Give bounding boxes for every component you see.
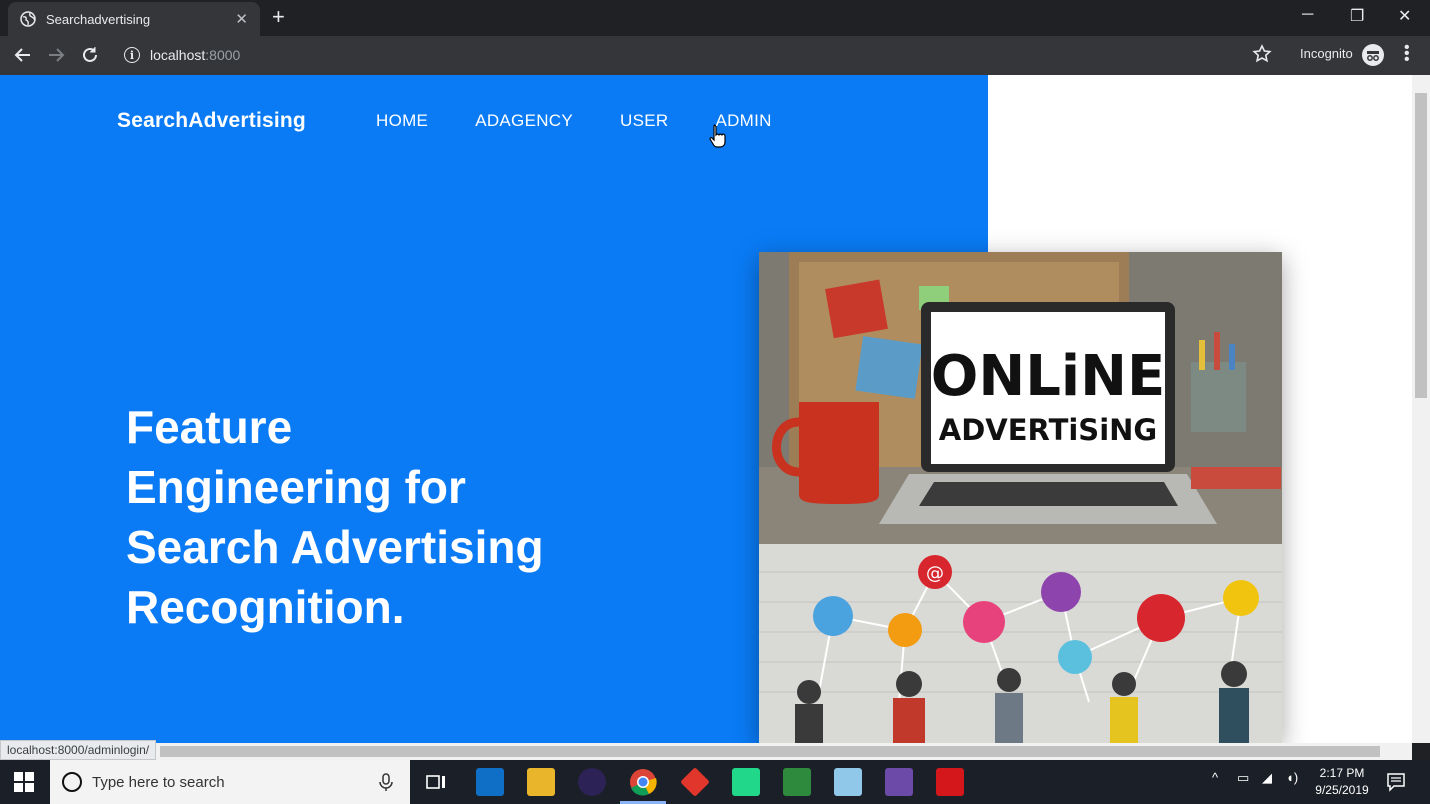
wifi-icon[interactable]: ◢ [1262,770,1272,786]
task-view-icon[interactable] [422,768,450,796]
url-port: :8000 [205,47,241,63]
globe-icon [20,11,36,27]
tray-overflow-chevron-icon[interactable]: ^ [1212,770,1218,785]
url-host: localhost [150,47,206,63]
incognito-label: Incognito [1300,46,1353,61]
horizontal-scroll-thumb[interactable] [160,746,1380,757]
svg-text:@: @ [926,563,944,584]
cortana-icon [62,772,82,792]
window-close-icon[interactable]: ✕ [1398,6,1411,26]
back-button[interactable] [12,44,34,66]
arrow-left-icon [14,48,30,62]
windows-start-icon[interactable] [14,772,34,792]
page-viewport: SearchAdvertising HOME ADAGENCY USER ADM… [0,75,1412,743]
menu-kebab-icon[interactable]: • • • [1404,40,1410,68]
clock-date: 9/25/2019 [1315,783,1369,797]
tab-title: Searchadvertising [46,11,151,27]
chrome-app-icon[interactable] [629,768,657,796]
vertical-scroll-thumb[interactable] [1415,93,1427,398]
tab-close-icon[interactable]: ✕ [235,10,248,28]
address-bar[interactable]: i localhost:8000 [114,40,1284,70]
site-info-icon[interactable]: i [124,47,140,63]
clock-time: 2:17 PM [1319,766,1365,780]
arrow-right-icon [49,48,65,62]
hand-cursor-icon [709,124,726,148]
nav-home[interactable]: HOME [376,111,428,131]
reload-button[interactable] [79,44,101,66]
eclipse-app-icon[interactable] [578,768,606,796]
storage-app-icon[interactable] [834,768,862,796]
battery-icon[interactable]: ▭ [1237,770,1249,786]
laptop-screen-text-2: ADVERTiSiNG [939,413,1157,447]
windows-taskbar: Type here to search ^ ▭ ◢ ◖) 2:17 PM 9/2… [0,760,1430,804]
bookmark-star-icon[interactable] [1252,44,1272,64]
notepad-app-icon[interactable] [783,768,811,796]
vscode-app-icon[interactable] [476,768,504,796]
nav-adagency[interactable]: ADAGENCY [475,111,573,131]
site-brand-logo[interactable]: SearchAdvertising [117,109,306,133]
incognito-icon[interactable] [1362,44,1384,66]
visual-studio-icon[interactable] [885,768,913,796]
nav-user[interactable]: USER [620,111,668,131]
forward-button[interactable] [45,44,67,66]
link-status-bubble: localhost:8000/adminlogin/ [0,740,157,760]
online-advertising-image: ONLiNE ADVERTiSiNG @ [759,252,1282,743]
microphone-icon[interactable] [376,772,396,792]
git-app-icon[interactable] [680,767,710,797]
minimize-icon[interactable]: ─ [1302,6,1313,24]
acrobat-app-icon[interactable] [936,768,964,796]
vertical-scrollbar[interactable] [1412,75,1430,743]
new-tab-button[interactable]: + [272,6,285,28]
browser-toolbar: i localhost:8000 Incognito • • • [0,36,1430,75]
taskbar-clock[interactable]: 2:17 PM 9/25/2019 [1312,765,1372,799]
reload-icon [83,47,97,62]
horizontal-scrollbar[interactable] [0,743,1412,760]
pycharm-app-icon[interactable] [732,768,760,796]
browser-tab[interactable]: Searchadvertising ✕ [8,2,260,36]
browser-tabstrip: Searchadvertising ✕ + ─ ❐ ✕ [0,0,1430,36]
taskbar-search-box[interactable]: Type here to search [50,760,410,804]
hero-headline: Feature Engineering for Search Advertisi… [126,401,544,633]
taskbar-search-placeholder: Type here to search [92,773,225,791]
file-explorer-icon[interactable] [527,768,555,796]
restore-icon[interactable]: ❐ [1350,6,1364,26]
laptop-screen-text-1: ONLiNE [931,344,1165,409]
notifications-icon[interactable] [1386,772,1406,792]
volume-icon[interactable]: ◖) [1286,770,1298,785]
